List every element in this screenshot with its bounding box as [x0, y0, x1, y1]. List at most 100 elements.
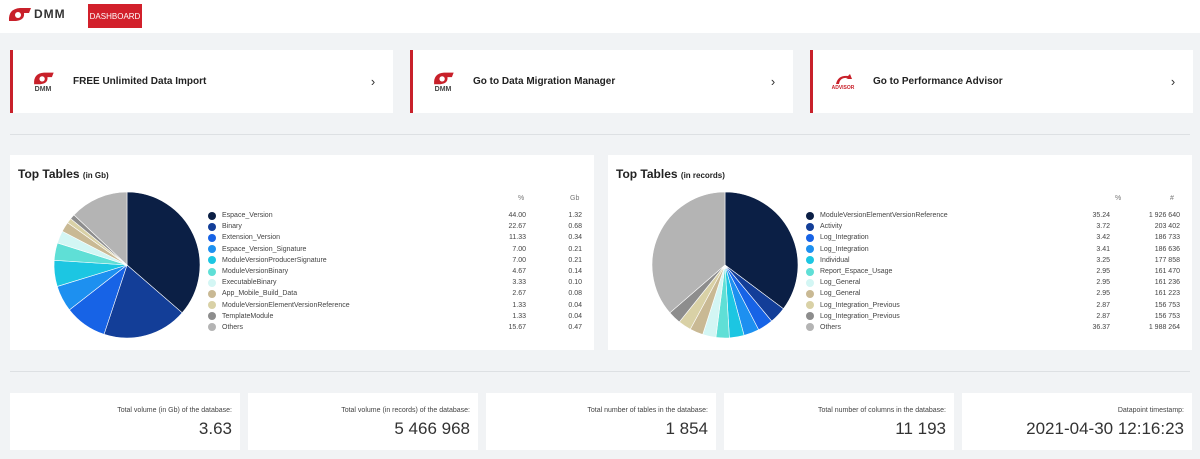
- legend-percent: 2.87: [1096, 312, 1110, 320]
- legend-swatch: [806, 222, 814, 231]
- logo-text: DMM: [34, 7, 66, 21]
- legend-label: ExecutableBinary: [222, 279, 277, 287]
- legend-percent: 4.67: [512, 268, 526, 276]
- legend-swatch: [208, 267, 216, 276]
- legend-percent: 3.41: [1096, 245, 1110, 253]
- legend-swatch: [208, 301, 216, 310]
- divider: [10, 134, 1190, 135]
- card-label: Go to Performance Advisor: [873, 76, 1003, 87]
- legend-swatch: [208, 312, 216, 321]
- stat-total-columns: Total number of columns in the database:…: [724, 393, 954, 450]
- legend-swatch: [806, 301, 814, 310]
- dashboard-tab[interactable]: DASHBOARD: [88, 4, 142, 28]
- data-migration-manager-card[interactable]: DMM Go to Data Migration Manager ›: [410, 50, 793, 113]
- legend-item: Log_Integration 3.41 186 636: [806, 244, 1182, 255]
- stat-datapoint-timestamp: Datapoint timestamp: 2021-04-30 12:16:23: [962, 393, 1192, 450]
- legend-value: 1 988 264: [1148, 323, 1180, 331]
- legend-value: 1 926 640: [1148, 212, 1180, 220]
- stat-total-volume-gb: Total volume (in Gb) of the database: 3.6…: [10, 393, 240, 450]
- legend-item: Report_Espace_Usage 2.95 161 470: [806, 266, 1182, 277]
- legend-percent: 1.33: [512, 312, 526, 320]
- legend-label: Binary: [222, 223, 242, 231]
- legend-value: 0.21: [568, 256, 582, 264]
- legend-percent: 7.00: [512, 256, 526, 264]
- card-label: Go to Data Migration Manager: [473, 76, 616, 87]
- legend-swatch: [806, 256, 814, 265]
- legend-percent: 35.24: [1092, 212, 1110, 220]
- legend-percent: 3.33: [512, 279, 526, 287]
- legend-value: 0.21: [568, 245, 582, 253]
- legend-value: 161 470: [1154, 268, 1180, 276]
- legend-swatch: [208, 233, 216, 242]
- legend-item: Others 36.37 1 988 264: [806, 322, 1182, 333]
- legend-label: ModuleVersionProducerSignature: [222, 256, 327, 264]
- col-header-percent: %: [1115, 195, 1122, 202]
- chevron-right-icon: ›: [1170, 74, 1176, 89]
- legend-value: 186 733: [1154, 234, 1180, 242]
- legend-label: Others: [820, 323, 842, 331]
- legend-percent: 2.95: [1096, 279, 1110, 287]
- legend-item: ExecutableBinary 3.33 0.10: [208, 277, 584, 288]
- legend-swatch: [806, 233, 814, 242]
- chevron-right-icon: ›: [770, 74, 776, 89]
- legend-percent: 11.33: [509, 234, 526, 242]
- legend-item: ModuleVersionElementVersionReference 35.2…: [806, 210, 1182, 221]
- chevron-right-icon: ›: [370, 74, 376, 89]
- legend-swatch: [806, 312, 814, 321]
- legend-item: Espace_Version_Signature 7.00 0.21: [208, 244, 584, 255]
- legend-label: ModuleVersionElementVersionReference: [820, 212, 948, 220]
- legend-percent: 3.72: [1096, 223, 1110, 231]
- legend-item: Extension_Version 11.33 0.34: [208, 232, 584, 243]
- legend-value: 203 402: [1154, 223, 1180, 231]
- legend-label: Log_General: [820, 290, 861, 298]
- legend-label: Individual: [820, 256, 850, 264]
- divider: [10, 371, 1190, 372]
- legend-value: 186 636: [1154, 245, 1180, 253]
- legend-value: 161 223: [1154, 290, 1180, 298]
- top-tables-records-panel: Top Tables (in records) % # ModuleVersio…: [608, 155, 1192, 350]
- legend-label: TemplateModule: [222, 312, 274, 320]
- legend-item: Log_General 2.95 161 223: [806, 288, 1182, 299]
- legend-swatch: [806, 323, 814, 332]
- free-data-import-card[interactable]: DMM FREE Unlimited Data Import ›: [10, 50, 393, 113]
- legend-value: 0.47: [568, 323, 582, 331]
- col-header-gb: Gb: [570, 195, 580, 202]
- legend-label: Log_Integration: [820, 245, 869, 253]
- legend-percent: 7.00: [512, 245, 526, 253]
- legend-swatch: [208, 222, 216, 231]
- panel-title: Top Tables (in records): [616, 167, 725, 181]
- legend-swatch: [806, 267, 814, 276]
- legend-label: Espace_Version: [222, 212, 273, 220]
- legend-item: Binary 22.67 0.68: [208, 221, 584, 232]
- legend-percent: 22.67: [508, 223, 526, 231]
- pie-chart-gb: [53, 191, 201, 339]
- legend-label: ModuleVersionBinary: [222, 268, 289, 276]
- legend-percent: 2.87: [1096, 301, 1110, 309]
- pie-chart-records: [651, 191, 799, 339]
- legend-label: Others: [222, 323, 244, 331]
- legend-swatch: [208, 289, 216, 298]
- legend-percent: 2.67: [512, 290, 526, 298]
- legend-item: ModuleVersionProducerSignature 7.00 0.21: [208, 255, 584, 266]
- legend-item: Log_General 2.95 161 236: [806, 277, 1182, 288]
- legend-value: 161 236: [1154, 279, 1180, 287]
- legend-item: ModuleVersionElementVersionReference 1.33…: [208, 300, 584, 311]
- legend-value: 156 753: [1154, 312, 1180, 320]
- dmm-logo[interactable]: DMM: [6, 5, 66, 23]
- legend-swatch: [208, 323, 216, 332]
- legend-value: 0.34: [568, 234, 582, 242]
- top-bar: DMM DASHBOARD: [0, 0, 1200, 33]
- legend-swatch: [806, 289, 814, 298]
- legend-label: Report_Espace_Usage: [820, 268, 893, 276]
- performance-advisor-card[interactable]: ADVISOR Go to Performance Advisor ›: [810, 50, 1193, 113]
- legend-label: Log_Integration_Previous: [820, 312, 900, 320]
- legend-value: 0.14: [568, 268, 582, 276]
- legend-percent: 36.37: [1092, 323, 1110, 331]
- legend-records: ModuleVersionElementVersionReference 35.2…: [806, 210, 1182, 333]
- legend-percent: 44.00: [508, 212, 526, 220]
- dmm-logo-icon: DMM: [13, 70, 73, 93]
- legend-label: Log_General: [820, 279, 861, 287]
- dmm-logo-icon: [8, 8, 31, 21]
- legend-label: App_Mobile_Build_Data: [222, 290, 298, 298]
- legend-swatch: [208, 211, 216, 220]
